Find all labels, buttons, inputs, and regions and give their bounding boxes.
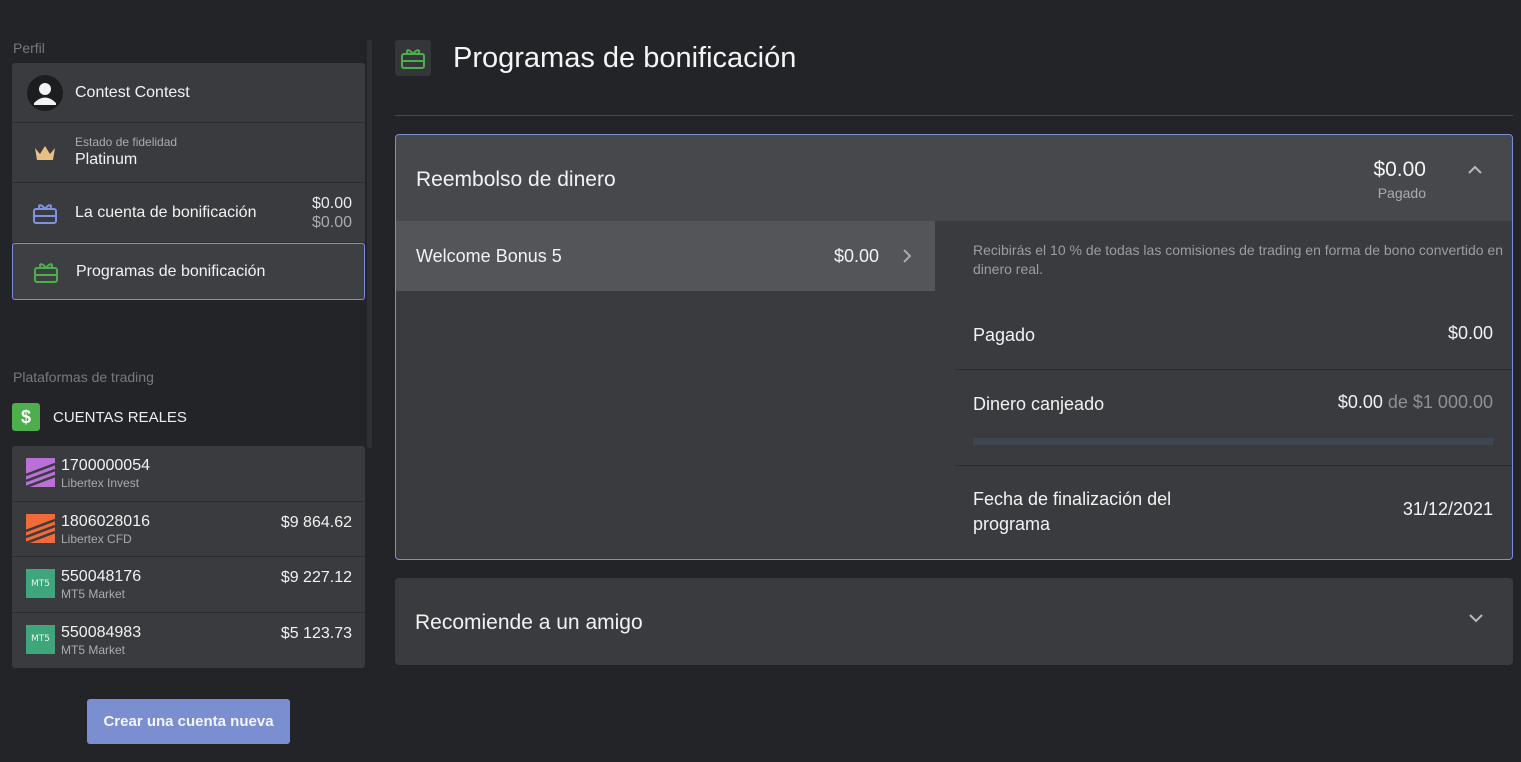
cashback-card-header[interactable]: Reembolso de dinero $0.00 Pagado	[396, 135, 1512, 221]
bonus-program-item[interactable]: Welcome Bonus 5 $0.00	[396, 221, 935, 291]
redeemed-limit: de $1 000.00	[1387, 392, 1493, 412]
account-number: 1700000054	[61, 457, 150, 474]
cashback-amount-label: Pagado	[1377, 185, 1426, 201]
bonus-account-row[interactable]: La cuenta de bonificación $0.00 $0.00	[12, 183, 365, 243]
account-number: 550084983	[61, 623, 142, 641]
bonus-program-amount: $0.00	[833, 246, 879, 266]
account-type: Libertex CFD	[61, 531, 132, 546]
profile-menu: Contest Contest Estado de fidelidad Plat…	[12, 63, 365, 300]
bonus-programs-row[interactable]: Programas de bonificación	[12, 243, 365, 300]
paid-label: Pagado	[973, 325, 1036, 345]
platforms-section-label: Plataformas de trading	[13, 369, 154, 385]
cashback-amount: $0.00	[1373, 158, 1426, 181]
paid-row: Pagado $0.00	[955, 301, 1512, 370]
account-type: MT5 Market	[61, 642, 126, 657]
chevron-down-icon[interactable]	[1467, 609, 1485, 627]
bonus-account-amount: $0.00	[311, 194, 352, 212]
end-date-value: 31/12/2021	[1402, 499, 1493, 519]
gift-card-icon	[395, 40, 431, 76]
end-date-row: Fecha de finalización del programa 31/12…	[955, 466, 1512, 559]
bonus-account-label: La cuenta de bonificación	[75, 203, 257, 221]
chevron-up-icon[interactable]	[1466, 161, 1484, 179]
loyalty-status-row[interactable]: Estado de fidelidad Platinum	[12, 123, 365, 183]
mt5-logo-icon: MT5	[26, 569, 55, 598]
sidebar-scrollbar[interactable]	[367, 40, 372, 448]
dollar-icon: $	[12, 403, 40, 431]
main-content: Programas de bonificación Reembolso de d…	[395, 0, 1513, 762]
redeemed-row: Dinero canjeado $0.00 de $1 000.00	[955, 370, 1512, 466]
gift-card-icon	[28, 254, 64, 290]
account-row[interactable]: MT5 550084983 MT5 Market $5 123.73	[12, 613, 365, 669]
account-number: 550048176	[61, 568, 142, 585]
bonus-account-amount-secondary: $0.00	[311, 213, 352, 231]
account-balance: $9 227.12	[280, 569, 352, 586]
page-header: Programas de bonificación	[395, 40, 796, 76]
redeemed-label: Dinero canjeado	[973, 394, 1105, 414]
create-account-button[interactable]: Crear una cuenta nueva	[87, 699, 290, 744]
real-accounts-header[interactable]: $ CUENTAS REALES	[12, 403, 187, 431]
accounts-list: 1700000054 Libertex Invest 1806028016 Li…	[12, 446, 365, 668]
account-balance: $9 864.62	[280, 513, 352, 531]
referral-card[interactable]: Recomiende a un amigo	[395, 578, 1513, 665]
loyalty-status-value: Platinum	[75, 151, 138, 168]
page-title: Programas de bonificación	[453, 41, 797, 74]
account-number: 1806028016	[61, 512, 150, 530]
account-balance: $5 123.73	[280, 624, 352, 642]
account-type: MT5 Market	[61, 587, 126, 601]
loyalty-status-label: Estado de fidelidad	[75, 135, 178, 149]
bonus-program-name: Welcome Bonus 5	[416, 246, 562, 266]
account-row[interactable]: MT5 550048176 MT5 Market $9 227.12	[12, 557, 365, 613]
bonus-programs-label: Programas de bonificación	[76, 262, 266, 280]
sidebar: Perfil Contest Contest Estado de fidelid…	[12, 0, 365, 762]
account-row[interactable]: 1806028016 Libertex CFD $9 864.62	[12, 502, 365, 557]
user-avatar-icon	[27, 74, 63, 111]
libertex-cfd-logo-icon	[26, 513, 55, 543]
cashback-card: Reembolso de dinero $0.00 Pagado Welcome…	[395, 134, 1513, 560]
chevron-right-icon	[903, 249, 912, 263]
referral-title: Recomiende a un amigo	[415, 611, 643, 634]
real-accounts-title: CUENTAS REALES	[53, 408, 187, 426]
account-type: Libertex Invest	[61, 476, 140, 490]
cashback-title: Reembolso de dinero	[416, 168, 616, 191]
mt5-logo-icon: MT5	[26, 624, 55, 654]
profile-name: Contest Contest	[75, 83, 190, 101]
gift-card-icon	[27, 195, 63, 231]
profile-section-label: Perfil	[13, 40, 45, 56]
libertex-invest-logo-icon	[26, 458, 55, 487]
redeemed-progress-bar	[973, 438, 1493, 445]
avatar	[27, 74, 63, 111]
crown-icon	[27, 135, 63, 171]
paid-value: $0.00	[1447, 323, 1493, 343]
profile-name-row[interactable]: Contest Contest	[12, 63, 365, 123]
account-row[interactable]: 1700000054 Libertex Invest	[12, 446, 365, 502]
redeemed-value: $0.00	[1337, 392, 1383, 412]
bonus-description: Recibirás el 10 % de todas las comisione…	[973, 242, 1503, 277]
header-divider	[395, 115, 1513, 116]
end-date-label: Fecha de finalización del programa	[973, 489, 1172, 534]
